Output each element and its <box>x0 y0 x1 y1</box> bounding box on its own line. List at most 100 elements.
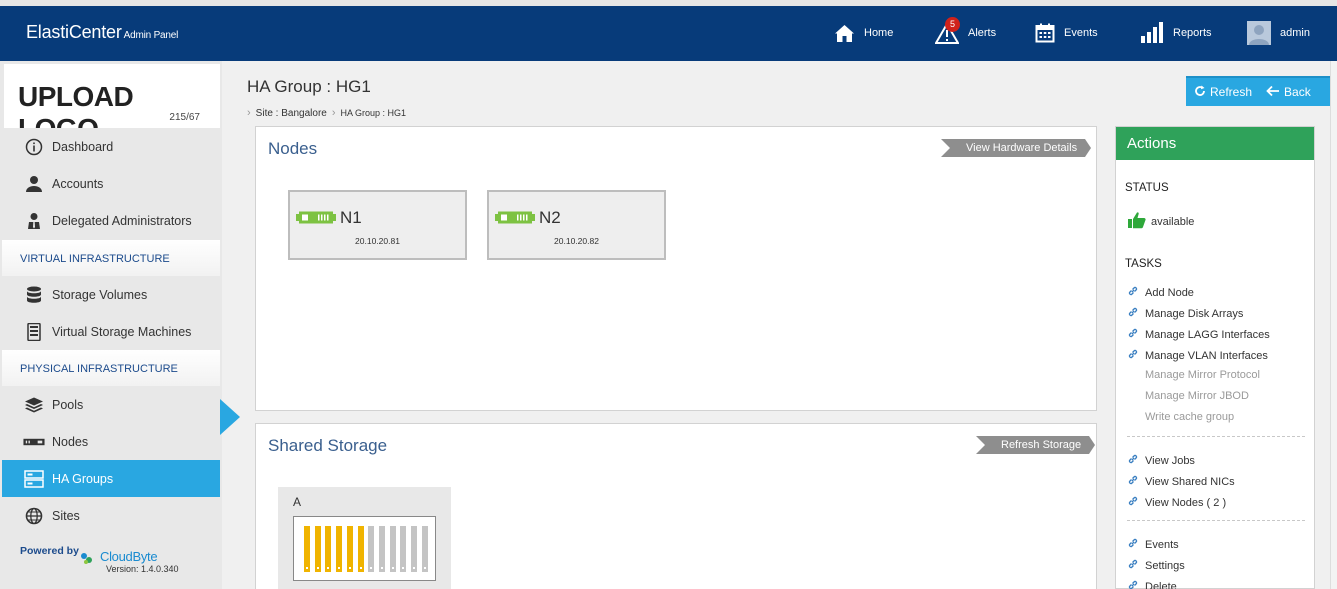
action-label: View Nodes ( 2 ) <box>1145 496 1227 509</box>
page-scrollbar[interactable] <box>1330 61 1337 589</box>
node-icon <box>23 438 45 446</box>
action-label: Add Node <box>1145 286 1194 299</box>
link-icon <box>1127 285 1139 300</box>
action-manage-disk-arrays[interactable]: Manage Disk Arrays <box>1127 306 1243 321</box>
actions-panel: Actions STATUS available TASKS Add Node M… <box>1115 126 1315 589</box>
nodes-panel-title: Nodes <box>268 139 318 158</box>
sidebar-item-storage-volumes[interactable]: Storage Volumes <box>2 276 220 313</box>
refresh-button[interactable]: Refresh <box>1194 85 1252 100</box>
action-view-shared-nics[interactable]: View Shared NICs <box>1127 474 1235 489</box>
link-icon <box>1127 348 1139 363</box>
link-icon <box>1127 327 1139 342</box>
logo-dimensions: 215/67 <box>169 112 200 123</box>
bar-chart-icon <box>1140 22 1164 44</box>
disk-slot-used <box>325 526 332 572</box>
link-icon <box>1127 558 1139 573</box>
page-title: HA Group : HG1 <box>247 77 371 96</box>
node-name: N1 <box>340 208 362 227</box>
back-label: Back <box>1284 85 1311 99</box>
breadcrumb-site[interactable]: Site : Bangalore <box>256 108 327 119</box>
back-button[interactable]: Back <box>1266 85 1311 100</box>
sidebar-item-sites[interactable]: Sites <box>2 497 220 534</box>
action-label: View Shared NICs <box>1145 475 1235 488</box>
layers-icon <box>23 397 45 413</box>
nav-home-label: Home <box>864 27 894 39</box>
disk-slot-used <box>346 526 353 572</box>
action-manage-mirror-jbod: Manage Mirror JBOD <box>1127 390 1249 402</box>
cloudbyte-logo: CloudByte <box>100 549 158 564</box>
sidebar-item-delegated-admins[interactable]: Delegated Administrators <box>2 202 220 239</box>
link-icon <box>1127 474 1139 489</box>
disk-slot-used <box>336 526 343 572</box>
sidebar-item-ha-groups[interactable]: HA Groups <box>2 460 220 497</box>
avatar <box>1247 21 1271 45</box>
action-manage-mirror-protocol: Manage Mirror Protocol <box>1127 369 1260 381</box>
disk-array-a[interactable]: A <box>278 487 451 589</box>
sidebar-item-label: HA Groups <box>52 471 114 486</box>
action-view-jobs[interactable]: View Jobs <box>1127 453 1195 468</box>
breadcrumb-separator-icon: › <box>247 107 251 119</box>
sidebar-item-label: Sites <box>52 508 80 523</box>
node-card-n2[interactable]: N2 20.10.20.82 <box>487 190 666 260</box>
action-label: Delete <box>1145 580 1177 589</box>
version-label: Version: 1.4.0.340 <box>106 564 179 574</box>
section-header-physical: PHYSICAL INFRASTRUCTURE <box>2 350 220 388</box>
disk-array-label: A <box>293 495 302 509</box>
view-hardware-details-button[interactable]: View Hardware Details <box>940 139 1092 157</box>
nav-reports[interactable]: Reports <box>1140 18 1212 48</box>
divider <box>1127 436 1305 437</box>
node-server-icon <box>296 211 336 227</box>
username-label: admin <box>1280 27 1310 39</box>
sidebar-item-accounts[interactable]: Accounts <box>2 165 220 202</box>
action-label: Events <box>1145 538 1179 551</box>
actions-title: Actions <box>1116 127 1314 160</box>
action-settings[interactable]: Settings <box>1127 558 1185 573</box>
action-events[interactable]: Events <box>1127 537 1179 552</box>
action-label: Settings <box>1145 559 1185 572</box>
sidebar-item-vsm[interactable]: Virtual Storage Machines <box>2 313 220 350</box>
disk-slot-used <box>357 526 364 572</box>
calendar-icon <box>1035 23 1055 43</box>
brand-name: ElastiCenter <box>26 22 122 42</box>
database-icon <box>23 286 45 304</box>
node-name: N2 <box>539 208 561 227</box>
sidebar-item-label: Storage Volumes <box>52 287 148 302</box>
disk-slot-empty <box>368 526 375 572</box>
node-ip: 20.10.20.82 <box>554 236 599 246</box>
node-card-n1[interactable]: N1 20.10.20.81 <box>288 190 467 260</box>
sidebar-item-nodes[interactable]: Nodes <box>2 423 220 460</box>
action-add-node[interactable]: Add Node <box>1127 285 1194 300</box>
disk-slot-used <box>314 526 321 572</box>
upload-logo-area[interactable]: UPLOAD LOGO 215/67 <box>4 64 220 144</box>
brand: ElastiCenter Admin Panel <box>26 22 178 43</box>
user-icon <box>23 175 45 193</box>
sidebar-item-pools[interactable]: Pools <box>2 386 220 423</box>
nav-alerts[interactable]: 5 Alerts <box>935 16 996 48</box>
disk-slot-empty <box>389 526 396 572</box>
brand-subtitle: Admin Panel <box>123 30 179 41</box>
refresh-storage-button[interactable]: Refresh Storage <box>975 436 1096 454</box>
action-delete[interactable]: Delete <box>1127 579 1177 589</box>
app-header: ElastiCenter Admin Panel Home 5 Alerts Ev… <box>0 6 1337 61</box>
nav-events[interactable]: Events <box>1035 18 1098 48</box>
sidebar-item-label: Accounts <box>52 176 104 191</box>
sidebar-item-dashboard[interactable]: Dashboard <box>2 128 220 165</box>
info-icon <box>23 138 45 156</box>
nav-events-label: Events <box>1064 27 1098 39</box>
disk-slot-used <box>304 526 310 572</box>
action-label: Manage LAGG Interfaces <box>1145 328 1270 341</box>
thumbs-up-icon <box>1127 211 1147 232</box>
disk-slot-empty <box>378 526 385 572</box>
node-ip: 20.10.20.81 <box>355 236 400 246</box>
nav-home[interactable]: Home <box>834 18 893 48</box>
action-view-nodes-2[interactable]: View Nodes ( 2 ) <box>1127 495 1226 510</box>
status-heading: STATUS <box>1125 182 1169 194</box>
arrow-left-icon <box>1266 85 1280 100</box>
action-manage-vlan-interfaces[interactable]: Manage VLAN Interfaces <box>1127 348 1268 363</box>
action-label: Manage Mirror Protocol <box>1145 369 1260 381</box>
link-icon <box>1127 306 1139 321</box>
action-label: Manage Mirror JBOD <box>1145 390 1249 402</box>
action-manage-lagg-interfaces[interactable]: Manage LAGG Interfaces <box>1127 327 1270 342</box>
node-server-icon <box>495 211 535 227</box>
nav-user-menu[interactable]: admin <box>1247 18 1310 48</box>
